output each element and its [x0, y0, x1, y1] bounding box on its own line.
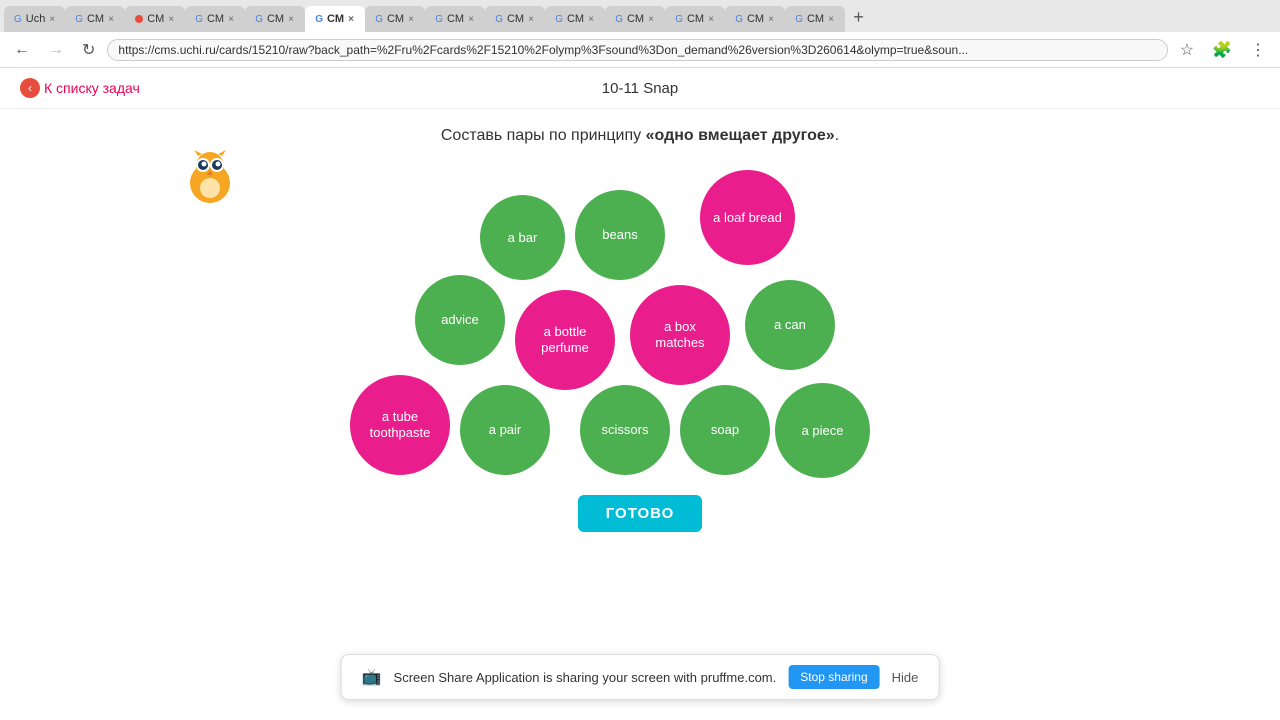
- back-arrow-icon: ‹: [20, 78, 40, 98]
- instruction-end: .: [835, 127, 839, 144]
- circle-a-piece[interactable]: a piece: [775, 383, 870, 478]
- circle-advice[interactable]: advice: [415, 275, 505, 365]
- circle-a-can[interactable]: a can: [745, 280, 835, 370]
- circle-a-tube-toothpaste[interactable]: a tube toothpaste: [350, 375, 450, 475]
- tab-bar: G Uch × G CM × CM × G CM × G CM × G CM ×…: [0, 0, 1280, 32]
- circles-area: a barbeans a loaf bread advicea bottle per…: [0, 145, 1280, 485]
- circle-scissors[interactable]: scissors: [580, 385, 670, 475]
- menu-button[interactable]: ⋮: [1244, 38, 1272, 62]
- screen-share-icon: 📺: [362, 667, 382, 687]
- gotovo-button[interactable]: ГОТОВО: [578, 495, 703, 532]
- tab-cm7[interactable]: G CM ×: [485, 6, 545, 32]
- back-button[interactable]: ‹ К списку задач: [20, 78, 140, 98]
- new-tab-button[interactable]: +: [845, 3, 872, 32]
- tab-cm3[interactable]: G CM ×: [185, 6, 245, 32]
- forward-nav-button[interactable]: →: [42, 39, 70, 61]
- circle-beans[interactable]: beans: [575, 190, 665, 280]
- bookmark-button[interactable]: ☆: [1174, 38, 1200, 62]
- circle-a-pair[interactable]: a pair: [460, 385, 550, 475]
- hide-banner-button[interactable]: Hide: [892, 670, 919, 685]
- tab-cm9[interactable]: G CM ×: [605, 6, 665, 32]
- tab-cm2[interactable]: CM ×: [125, 6, 185, 32]
- tab-cm6[interactable]: G CM ×: [425, 6, 485, 32]
- app-header: ‹ К списку задач 10-11 Snap: [0, 68, 1280, 109]
- back-nav-button[interactable]: ←: [8, 39, 36, 61]
- url-bar[interactable]: [107, 39, 1167, 61]
- tab-cm12[interactable]: G CM ×: [785, 6, 845, 32]
- page-title: 10-11 Snap: [602, 80, 678, 97]
- tab-cm11[interactable]: G CM ×: [725, 6, 785, 32]
- instruction-bold: «одно вмещает другое»: [646, 127, 835, 144]
- circle-a-loaf-bread[interactable]: a loaf bread: [700, 170, 795, 265]
- screen-share-message: Screen Share Application is sharing your…: [394, 670, 777, 685]
- circle-a-bar[interactable]: a bar: [480, 195, 565, 280]
- instruction-text: Составь пары по принципу «одно вмещает д…: [0, 127, 1280, 145]
- tab-cm-active[interactable]: G CM ×: [305, 6, 365, 32]
- app-content: ‹ К списку задач 10-11 Snap: [0, 68, 1280, 720]
- instruction-plain: Составь пары по принципу: [441, 127, 646, 144]
- stop-sharing-button[interactable]: Stop sharing: [788, 665, 879, 689]
- circle-soap[interactable]: soap: [680, 385, 770, 475]
- tab-cm5[interactable]: G CM ×: [365, 6, 425, 32]
- tab-uch[interactable]: G Uch ×: [4, 6, 65, 32]
- tab-cm4[interactable]: G CM ×: [245, 6, 305, 32]
- screen-share-banner: 📺 Screen Share Application is sharing yo…: [341, 654, 940, 700]
- tab-cm8[interactable]: G CM ×: [545, 6, 605, 32]
- back-label: К списку задач: [44, 80, 140, 96]
- tab-cm1[interactable]: G CM ×: [65, 6, 125, 32]
- refresh-button[interactable]: ↻: [76, 38, 101, 62]
- extensions-button[interactable]: 🧩: [1206, 38, 1238, 62]
- tab-cm10[interactable]: G CM ×: [665, 6, 725, 32]
- circle-a-box-matches[interactable]: a box matches: [630, 285, 730, 385]
- nav-bar: ← → ↻ ☆ 🧩 ⋮: [0, 32, 1280, 68]
- circle-a-bottle-perfume[interactable]: a bottle perfume: [515, 290, 615, 390]
